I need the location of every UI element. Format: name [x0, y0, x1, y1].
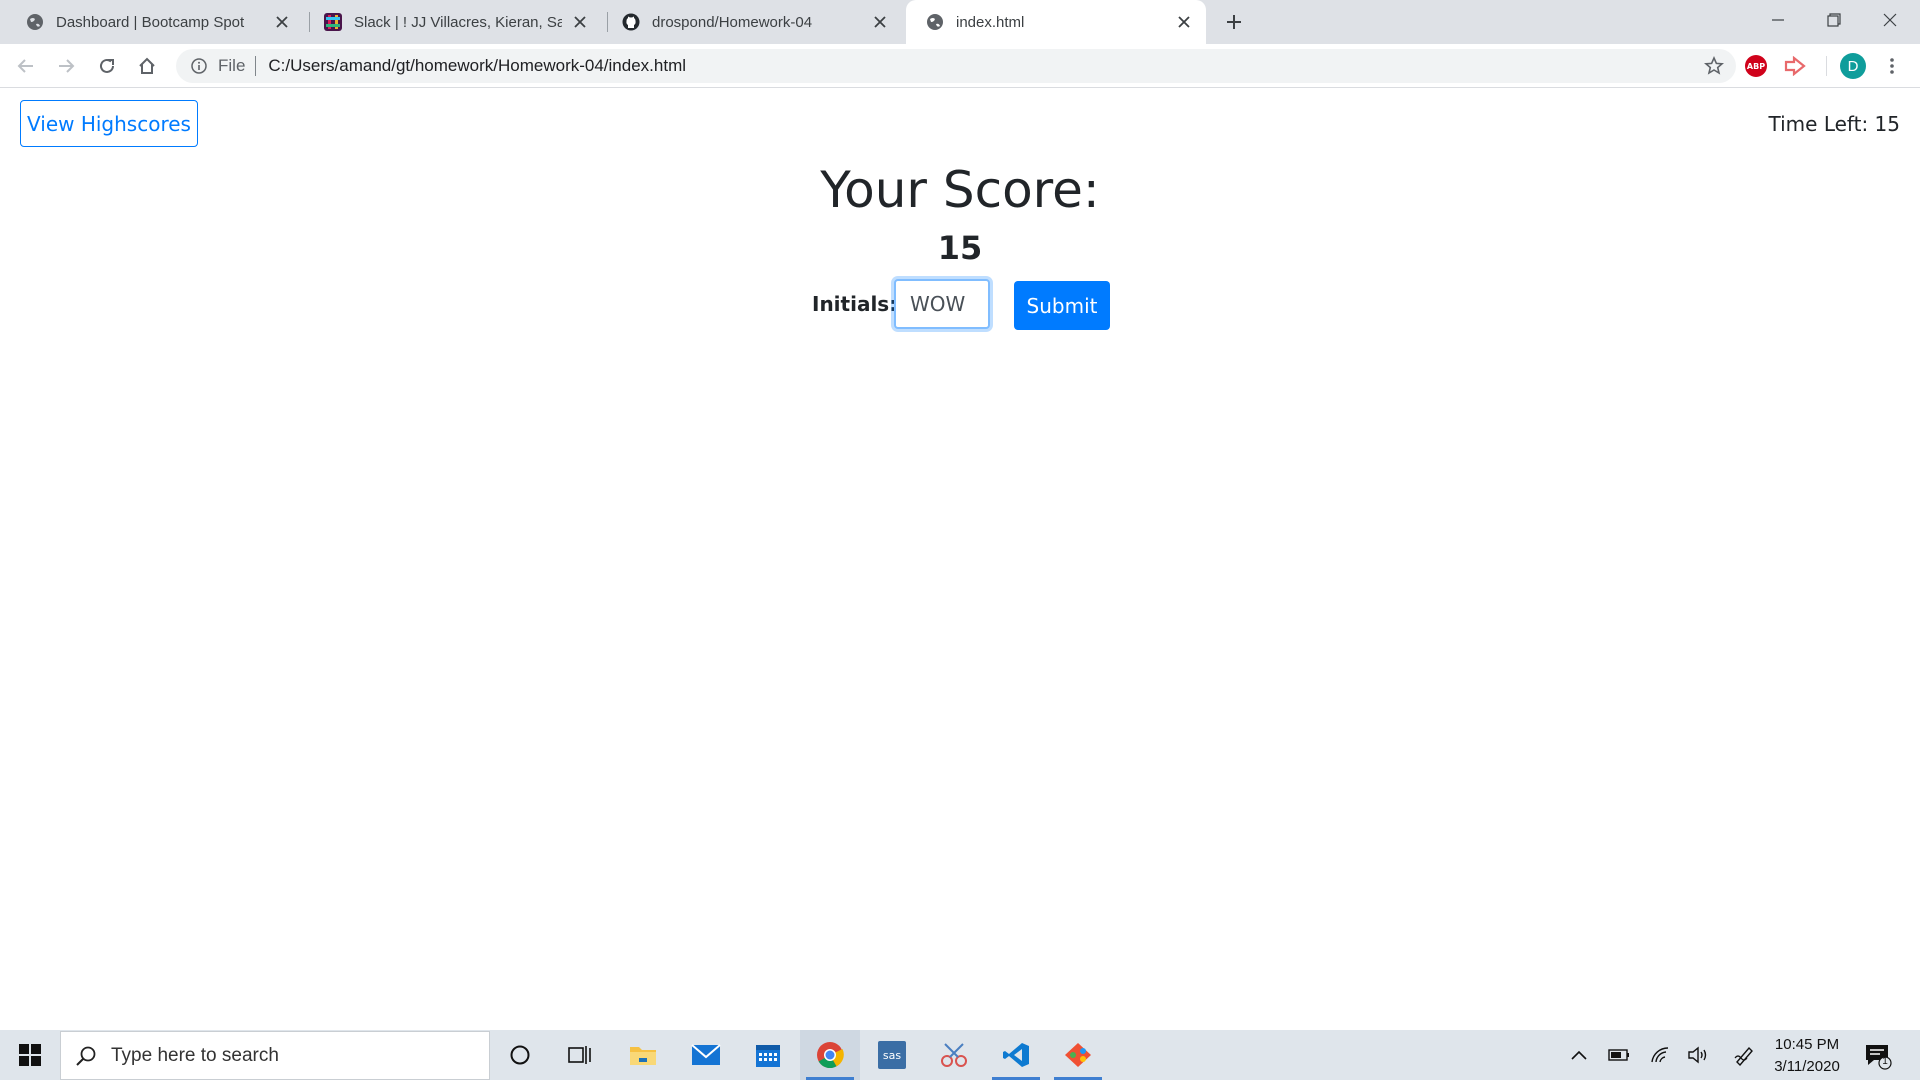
mail-button[interactable] [676, 1030, 736, 1080]
tab-dashboard[interactable]: Dashboard | Bootcamp Spot [0, 0, 304, 44]
cortana-icon [510, 1045, 530, 1065]
score-title: Your Score: [820, 161, 1100, 219]
tab-title: drospond/Homework-04 [652, 13, 813, 31]
time-left-text: Time Left: 15 [1768, 112, 1900, 136]
close-icon[interactable] [1174, 12, 1194, 32]
tab-title: Slack | ! JJ Villacres, Kieran, Sam S [354, 13, 562, 31]
sas-icon: sas [878, 1041, 906, 1069]
close-icon [1883, 13, 1897, 27]
url-text[interactable]: C:/Users/amand/gt/homework/Homework-04/i… [268, 56, 686, 76]
url-divider [255, 56, 257, 76]
folder-icon [630, 1047, 656, 1065]
tab-slack[interactable]: Slack | ! JJ Villacres, Kieran, Sam S [298, 0, 602, 44]
forward-button[interactable] [50, 50, 82, 82]
pen-workspace-icon[interactable] [1732, 1043, 1756, 1067]
info-icon[interactable] [190, 57, 208, 75]
taskbar-clock[interactable]: 10:45 PM 3/11/2020 [1762, 1034, 1852, 1078]
adblock-extension-icon[interactable]: ABP [1745, 55, 1767, 77]
github-icon [622, 13, 640, 31]
close-icon[interactable] [870, 12, 890, 32]
calendar-button[interactable] [738, 1030, 798, 1080]
chrome-taskbar-button[interactable] [800, 1030, 860, 1080]
home-button[interactable] [131, 50, 163, 82]
profile-avatar[interactable]: D [1840, 53, 1866, 79]
extension-icon[interactable] [1784, 55, 1806, 77]
windows-taskbar: Type here to search sas 10:45 PM 3/11/20… [0, 1030, 1920, 1080]
back-button[interactable] [10, 50, 42, 82]
vscode-icon [1003, 1043, 1029, 1067]
chevron-up-icon [1571, 1050, 1587, 1060]
plus-icon [1227, 15, 1241, 29]
minimize-button[interactable] [1750, 0, 1806, 40]
battery-icon[interactable] [1607, 1043, 1631, 1067]
gitkraken-button[interactable] [1048, 1030, 1108, 1080]
globe-icon [26, 13, 44, 31]
tab-github[interactable]: drospond/Homework-04 [598, 0, 902, 44]
tab-title: index.html [956, 13, 1025, 31]
show-hidden-icons-button[interactable] [1567, 1043, 1591, 1067]
address-bar[interactable]: File C:/Users/amand/gt/homework/Homework… [176, 49, 1736, 83]
browser-toolbar: File C:/Users/amand/gt/homework/Homework… [0, 44, 1920, 88]
home-icon [139, 57, 155, 74]
close-icon[interactable] [570, 12, 590, 32]
url-scheme: File [218, 56, 246, 75]
initials-label: Initials: [812, 292, 898, 316]
more-vert-icon [1890, 58, 1894, 74]
browser-tab-strip: Dashboard | Bootcamp Spot Slack | ! JJ V… [0, 0, 1920, 44]
clock-date: 3/11/2020 [1774, 1058, 1840, 1075]
slack-icon [324, 13, 342, 31]
chrome-icon [817, 1042, 844, 1069]
volume-icon[interactable] [1686, 1043, 1710, 1067]
close-window-button[interactable] [1862, 0, 1918, 40]
search-icon [76, 1046, 96, 1066]
git-icon [1065, 1043, 1091, 1067]
initials-input[interactable] [894, 279, 990, 329]
file-explorer-button[interactable] [613, 1030, 673, 1080]
mail-icon [691, 1044, 721, 1065]
close-icon[interactable] [272, 12, 292, 32]
view-highscores-button[interactable]: View Highscores [20, 100, 198, 147]
arrow-left-icon [17, 59, 33, 73]
notification-count: 1 [1882, 1056, 1888, 1067]
action-center-button[interactable]: 1 [1864, 1042, 1892, 1070]
wifi-icon[interactable] [1648, 1043, 1672, 1067]
page-content: View Highscores Time Left: 15 Your Score… [0, 89, 1920, 1030]
new-tab-button[interactable] [1220, 8, 1248, 36]
reload-icon [100, 58, 114, 73]
globe-icon [926, 13, 944, 31]
cortana-button[interactable] [490, 1030, 550, 1080]
start-button[interactable] [0, 1030, 60, 1080]
vscode-button[interactable] [986, 1030, 1046, 1080]
clock-time: 10:45 PM [1774, 1036, 1840, 1053]
score-value: 15 [937, 229, 983, 267]
windows-logo-icon [19, 1044, 41, 1066]
search-placeholder: Type here to search [111, 1044, 279, 1066]
toolbar-divider [1826, 56, 1827, 76]
scissors-icon [941, 1043, 967, 1067]
taskbar-search[interactable]: Type here to search [60, 1031, 490, 1080]
reload-button[interactable] [91, 50, 123, 82]
arrow-right-icon [59, 59, 75, 73]
tab-index-html[interactable]: index.html [906, 0, 1206, 44]
sas-button[interactable]: sas [862, 1030, 922, 1080]
tab-title: Dashboard | Bootcamp Spot [56, 13, 245, 31]
menu-button[interactable] [1876, 50, 1908, 82]
submit-button[interactable]: Submit [1014, 281, 1110, 330]
restore-button[interactable] [1806, 0, 1862, 40]
snipping-tool-button[interactable] [924, 1030, 984, 1080]
restore-icon [1827, 13, 1841, 27]
bookmark-star-icon[interactable] [1704, 56, 1724, 76]
task-view-icon [568, 1046, 591, 1064]
task-view-button[interactable] [550, 1030, 610, 1080]
calendar-icon [756, 1045, 780, 1067]
minimize-icon [1772, 19, 1784, 21]
